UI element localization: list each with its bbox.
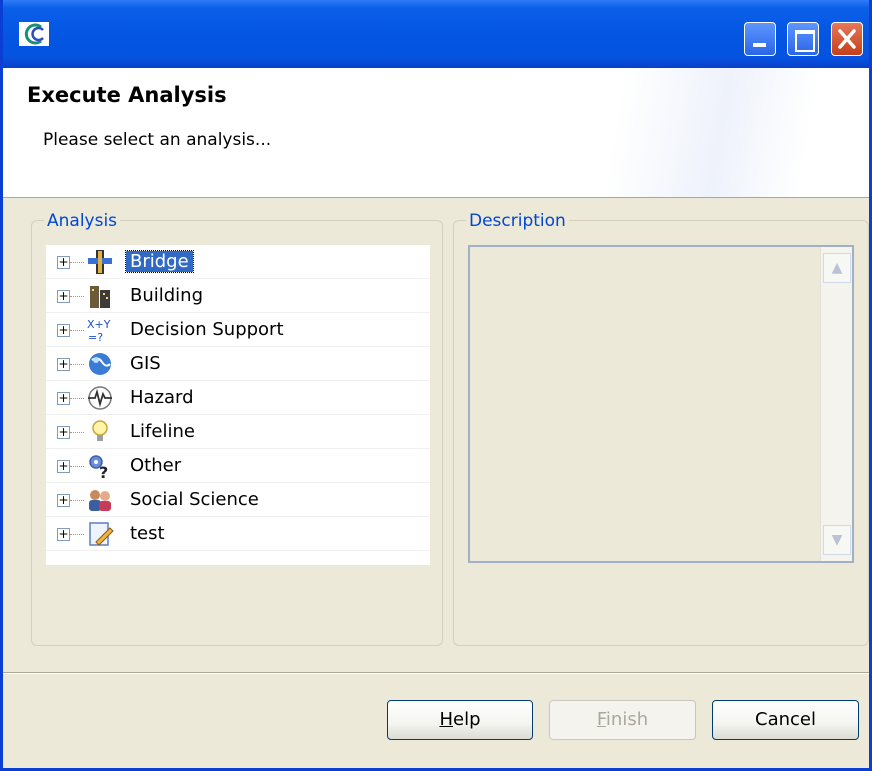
- svg-text:X+Y: X+Y: [87, 318, 111, 331]
- analysis-tree[interactable]: + Bridge + Building + X+Y =? Decision Support + G…: [46, 245, 430, 565]
- building-icon: [90, 286, 110, 308]
- tree-connector-line: [70, 432, 84, 433]
- dialog-window: Execute Analysis Please select an analys…: [0, 0, 872, 771]
- tree-item-building[interactable]: + Building: [46, 279, 430, 313]
- page-title: Execute Analysis: [27, 83, 227, 107]
- dialog-client-area: Execute Analysis Please select an analys…: [3, 68, 869, 768]
- scroll-down-button[interactable]: ▼: [823, 525, 851, 555]
- people-icon: [89, 490, 111, 511]
- analysis-group: Analysis + Bridge + Building + X+Y =? Decision …: [31, 211, 443, 646]
- tree-item-label: Bridge: [125, 250, 194, 273]
- tree-item-label: Lifeline: [130, 421, 195, 442]
- analysis-group-legend: Analysis: [44, 211, 121, 231]
- lightbulb-icon: [92, 420, 108, 441]
- description-group: Description ▲ ▼: [453, 211, 869, 646]
- title-bar[interactable]: [3, 0, 869, 68]
- tree-connector-line: [70, 330, 84, 331]
- document-pencil-icon: [89, 522, 114, 546]
- header-banner: Execute Analysis Please select an analys…: [3, 68, 869, 198]
- tree-item-other[interactable]: +? Other: [46, 449, 430, 483]
- tree-item-label: Building: [130, 285, 204, 306]
- expand-plus-icon[interactable]: +: [57, 358, 70, 371]
- tree-item-label: test: [130, 523, 165, 544]
- finish-button[interactable]: Finish: [549, 700, 696, 740]
- maximize-button[interactable]: [787, 22, 819, 56]
- tree-connector-line: [70, 364, 84, 365]
- tree-item-label: Other: [130, 455, 182, 476]
- tree-connector-line: [70, 398, 84, 399]
- expand-plus-icon[interactable]: +: [57, 494, 70, 507]
- tree-item-label: Social Science: [130, 489, 259, 510]
- close-icon: [838, 29, 856, 49]
- tree-connector-line: [70, 466, 84, 467]
- bridge-icon: [88, 250, 112, 274]
- tree-item-lifeline[interactable]: + Lifeline: [46, 415, 430, 449]
- help-button[interactable]: Help: [387, 700, 533, 740]
- tree-item-label: Hazard: [130, 387, 194, 408]
- expand-plus-icon[interactable]: +: [57, 392, 70, 405]
- page-subtitle: Please select an analysis...: [43, 130, 272, 150]
- expand-plus-icon[interactable]: +: [57, 290, 70, 303]
- svg-text:=?: =?: [88, 331, 103, 344]
- expand-plus-icon[interactable]: +: [57, 324, 70, 337]
- svg-text:?: ?: [99, 463, 108, 480]
- expand-plus-icon[interactable]: +: [57, 528, 70, 541]
- tree-item-gis[interactable]: + GIS: [46, 347, 430, 381]
- chevron-down-icon: ▼: [831, 532, 843, 548]
- footer-separator: [3, 672, 869, 673]
- tree-item-label: Decision Support: [130, 319, 284, 340]
- tree-item-social-science[interactable]: + Social Science: [46, 483, 430, 517]
- scroll-up-button[interactable]: ▲: [823, 253, 851, 283]
- expand-plus-icon[interactable]: +: [57, 460, 70, 473]
- tree-connector-line: [70, 262, 84, 263]
- tree-item-test[interactable]: + test: [46, 517, 430, 551]
- app-logo-icon: [19, 22, 49, 46]
- globe-icon: [89, 353, 111, 375]
- tree-item-hazard[interactable]: + Hazard: [46, 381, 430, 415]
- cancel-button[interactable]: Cancel: [712, 700, 859, 740]
- description-scrollbar[interactable]: ▲ ▼: [820, 247, 852, 561]
- gears-question-icon: ?: [89, 455, 108, 480]
- tree-connector-line: [70, 534, 84, 535]
- tree-connector-line: [70, 500, 84, 501]
- close-button[interactable]: [831, 22, 863, 56]
- minimize-button[interactable]: [744, 22, 776, 56]
- hazard-icon: [88, 386, 112, 410]
- decision-support-icon: X+Y=?: [87, 318, 111, 344]
- tree-item-decision-support[interactable]: + X+Y =? Decision Support: [46, 313, 430, 347]
- tree-connector-line: [70, 296, 84, 297]
- expand-plus-icon[interactable]: +: [57, 256, 70, 269]
- description-textarea[interactable]: ▲ ▼: [468, 245, 854, 563]
- chevron-up-icon: ▲: [831, 260, 843, 276]
- description-group-legend: Description: [466, 211, 569, 231]
- tree-item-bridge[interactable]: + Bridge: [46, 245, 430, 279]
- tree-item-label: GIS: [130, 353, 161, 374]
- expand-plus-icon[interactable]: +: [57, 426, 70, 439]
